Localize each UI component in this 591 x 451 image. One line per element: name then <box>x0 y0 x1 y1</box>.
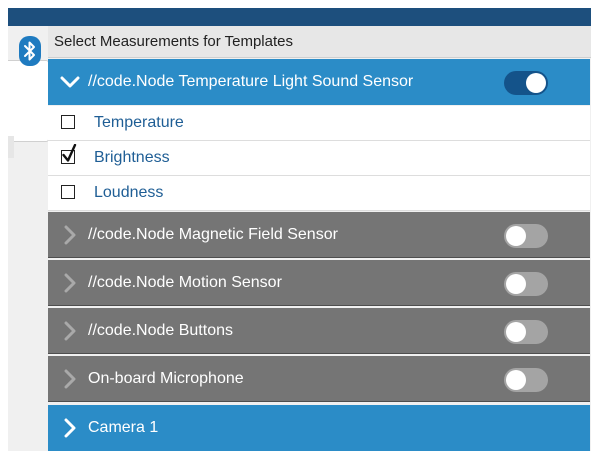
left-sidebar <box>0 26 49 451</box>
chevron-right-icon[interactable] <box>60 225 80 245</box>
sensor-name: //code.Node Motion Sensor <box>88 274 282 291</box>
toggle-knob <box>526 73 546 93</box>
measurement-item-loudness[interactable]: Loudness <box>48 176 590 211</box>
panel-title: Select Measurements for Templates <box>48 26 591 58</box>
toggle-knob <box>506 322 526 342</box>
sensor-name: //code.Node Buttons <box>88 322 233 339</box>
toggle-knob <box>506 370 526 390</box>
sensor-toggle[interactable] <box>504 71 548 95</box>
sensor-row-onboard-microphone[interactable]: On-board Microphone <box>48 356 590 402</box>
checkbox[interactable] <box>61 115 75 129</box>
check-icon <box>62 144 77 162</box>
chevron-right-icon[interactable] <box>60 369 80 389</box>
sensor-row-camera[interactable]: Camera 1 <box>48 405 590 451</box>
sensor-name: On-board Microphone <box>88 370 244 387</box>
checkbox-checked[interactable] <box>61 144 77 164</box>
window-title-band <box>8 8 591 26</box>
sidebar-tab-panel[interactable] <box>8 60 49 142</box>
sensor-row-temperature-light-sound[interactable]: //code.Node Temperature Light Sound Sens… <box>48 59 590 105</box>
sensor-toggle[interactable] <box>504 224 548 248</box>
measurement-panel: Select Measurements for Templates //code… <box>48 26 591 451</box>
sidebar-divider <box>8 136 14 158</box>
measurement-label[interactable]: Loudness <box>94 176 163 210</box>
measurement-label[interactable]: Brightness <box>94 141 170 175</box>
sensor-toggle[interactable] <box>504 368 548 392</box>
checkbox[interactable] <box>61 185 75 199</box>
chevron-right-icon[interactable] <box>60 273 80 293</box>
sidebar-edge <box>0 26 8 451</box>
window-top-bar <box>0 0 591 26</box>
bluetooth-icon[interactable] <box>19 36 41 66</box>
sensor-name: //code.Node Magnetic Field Sensor <box>88 226 338 243</box>
sensor-toggle[interactable] <box>504 320 548 344</box>
sensor-row-magnetic-field[interactable]: //code.Node Magnetic Field Sensor <box>48 212 590 258</box>
chevron-right-icon[interactable] <box>60 321 80 341</box>
sensor-row-motion[interactable]: //code.Node Motion Sensor <box>48 260 590 306</box>
sensor-name: //code.Node Temperature Light Sound Sens… <box>88 73 414 90</box>
sensor-row-buttons[interactable]: //code.Node Buttons <box>48 308 590 354</box>
chevron-down-icon[interactable] <box>60 72 80 92</box>
toggle-knob <box>506 274 526 294</box>
measurement-item-brightness[interactable]: Brightness <box>48 141 590 176</box>
sensor-toggle[interactable] <box>504 272 548 296</box>
measurement-label[interactable]: Temperature <box>94 106 184 140</box>
toggle-knob <box>506 226 526 246</box>
measurement-item-temperature[interactable]: Temperature <box>48 106 590 141</box>
sensor-name: Camera 1 <box>88 419 159 436</box>
chevron-right-icon[interactable] <box>60 418 80 438</box>
